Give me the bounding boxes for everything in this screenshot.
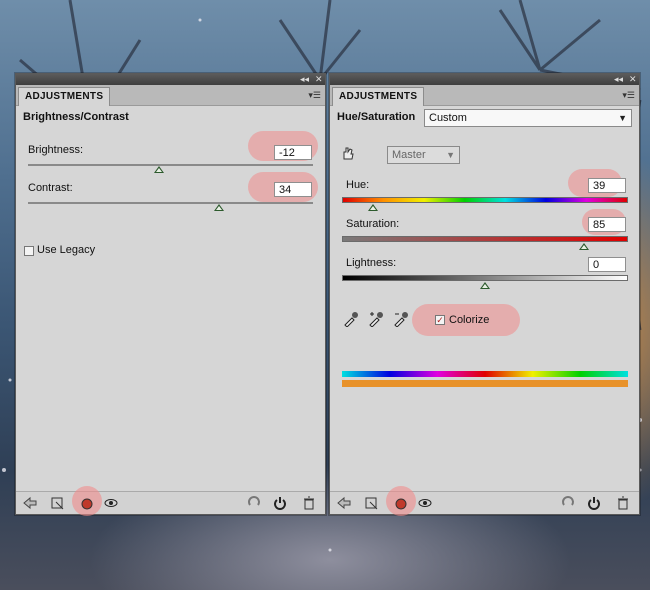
hue-saturation-panel: ◂◂ ✕ ADJUSTMENTS ▾☰ Hue/Saturation Custo… <box>329 73 640 516</box>
saturation-slider-thumb[interactable] <box>579 243 589 250</box>
clip-to-layer-icon[interactable] <box>364 495 380 511</box>
subtract-eyedropper-icon[interactable] <box>393 311 409 330</box>
panel-title: Hue/Saturation <box>337 111 416 123</box>
lightness-bar[interactable] <box>342 275 628 281</box>
brightness-slider-thumb[interactable] <box>154 166 164 173</box>
visibility-dot-icon[interactable] <box>393 495 409 511</box>
close-icon[interactable]: ✕ <box>315 74 323 85</box>
output-color-bar <box>342 380 628 387</box>
hue-field[interactable]: 39 <box>588 178 626 193</box>
trash-icon[interactable] <box>301 495 317 511</box>
colorize-label: Colorize <box>449 314 490 326</box>
contrast-slider-track[interactable] <box>28 202 313 204</box>
preset-select[interactable]: Custom ▼ <box>424 109 632 127</box>
clip-to-layer-icon[interactable] <box>50 495 66 511</box>
trash-icon[interactable] <box>615 495 631 511</box>
eyedropper-icon[interactable] <box>343 311 359 330</box>
lightness-slider-thumb[interactable] <box>480 282 490 289</box>
tab-row: ADJUSTMENTS ▾☰ <box>330 85 639 106</box>
back-arrow-icon[interactable] <box>22 495 38 511</box>
saturation-field[interactable]: 85 <box>588 217 626 232</box>
tab-adjustments[interactable]: ADJUSTMENTS <box>332 87 425 106</box>
panel-header-strip: ◂◂ ✕ <box>16 74 325 85</box>
panel-menu-icon[interactable]: ▾☰ <box>308 90 321 101</box>
channel-select[interactable]: Master ▼ <box>387 146 460 164</box>
brightness-label: Brightness: <box>28 144 84 156</box>
visibility-dot-icon[interactable] <box>79 495 95 511</box>
collapse-icon[interactable]: ◂◂ <box>300 74 309 85</box>
contrast-field[interactable]: 34 <box>274 182 312 197</box>
reset-view-icon[interactable] <box>560 495 576 511</box>
targeted-adjustment-hand-icon[interactable] <box>340 145 356 161</box>
saturation-label: Saturation: <box>346 218 400 230</box>
collapse-icon[interactable]: ◂◂ <box>614 74 623 85</box>
panel-footer <box>330 486 639 516</box>
chevron-down-icon: ▼ <box>446 150 455 160</box>
panel-menu-icon[interactable]: ▾☰ <box>622 90 635 101</box>
channel-value: Master <box>392 149 426 161</box>
panel-header-strip: ◂◂ ✕ <box>330 74 639 85</box>
lightness-field[interactable]: 0 <box>588 257 626 272</box>
add-eyedropper-icon[interactable] <box>368 311 384 330</box>
reset-icon[interactable] <box>586 495 602 511</box>
brightness-slider-track[interactable] <box>28 164 313 166</box>
close-icon[interactable]: ✕ <box>629 74 637 85</box>
back-arrow-icon[interactable] <box>336 495 352 511</box>
reset-icon[interactable] <box>272 495 288 511</box>
panel-title: Brightness/Contrast <box>23 111 129 123</box>
hue-label: Hue: <box>346 179 370 191</box>
contrast-slider-thumb[interactable] <box>214 204 224 211</box>
chevron-down-icon: ▼ <box>618 113 627 123</box>
brightness-contrast-panel: ◂◂ ✕ ADJUSTMENTS ▾☰ Brightness/Contrast … <box>15 73 326 516</box>
hue-spectrum-bar[interactable] <box>342 197 628 203</box>
use-legacy-label: Use Legacy <box>37 244 96 256</box>
preset-value: Custom <box>429 112 467 124</box>
saturation-bar[interactable] <box>342 236 628 242</box>
contrast-label: Contrast: <box>28 182 73 194</box>
eye-icon[interactable] <box>417 495 433 511</box>
use-legacy-checkbox[interactable] <box>24 246 34 256</box>
panel-footer <box>16 486 325 516</box>
tab-adjustments[interactable]: ADJUSTMENTS <box>18 87 111 106</box>
reset-view-icon[interactable] <box>246 495 262 511</box>
colorize-checkbox[interactable]: ✓ <box>435 315 445 325</box>
input-color-bar <box>342 371 628 377</box>
brightness-field[interactable]: -12 <box>274 145 312 160</box>
hue-slider-thumb[interactable] <box>368 204 378 211</box>
lightness-label: Lightness: <box>346 257 397 269</box>
tab-row: ADJUSTMENTS ▾☰ <box>16 85 325 106</box>
eye-icon[interactable] <box>103 495 119 511</box>
